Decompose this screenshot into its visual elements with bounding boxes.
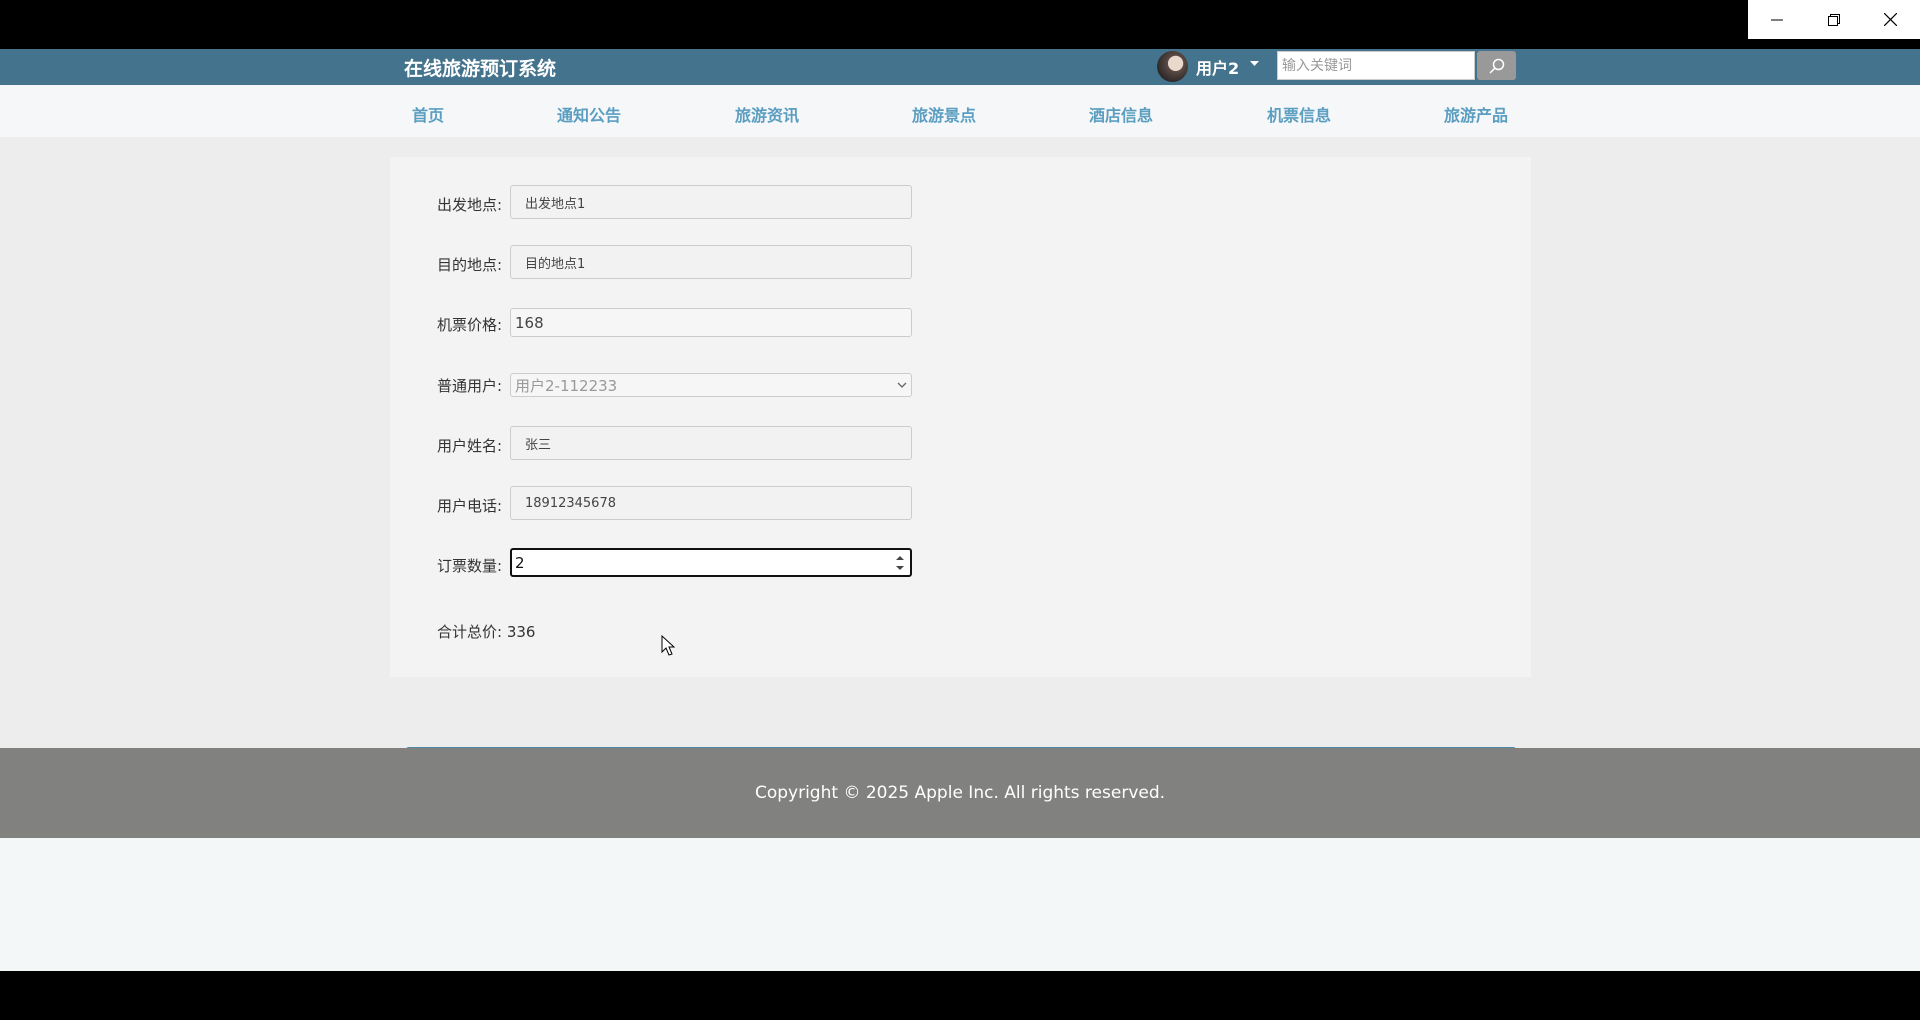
- spinner-arrows-icon[interactable]: [895, 553, 905, 573]
- phone-label: 用户电话:: [437, 497, 503, 515]
- site-header: 在线旅游预订系统 用户2: [0, 49, 1920, 85]
- search-button[interactable]: [1477, 51, 1516, 80]
- user-menu-name[interactable]: 用户2: [1196, 55, 1239, 79]
- close-button[interactable]: [1862, 0, 1919, 39]
- phone-field[interactable]: 18912345678: [510, 486, 912, 520]
- copyright-text: Copyright © 2025 Apple Inc. All rights r…: [754, 783, 1166, 803]
- nav-item-hotels[interactable]: 酒店信息: [1089, 102, 1153, 126]
- nav-item-attractions[interactable]: 旅游景点: [912, 102, 976, 126]
- destination-label: 目的地点:: [437, 256, 503, 274]
- total-value: 336: [506, 623, 536, 641]
- close-icon: [1884, 13, 1897, 26]
- total-label: 合计总价:: [437, 623, 503, 641]
- search-icon: [1488, 58, 1504, 74]
- chevron-down-icon[interactable]: [1250, 61, 1259, 67]
- departure-label: 出发地点:: [437, 196, 503, 214]
- total-price: 合计总价: 336: [437, 621, 535, 642]
- search-input[interactable]: [1277, 51, 1475, 80]
- price-field[interactable]: 168: [510, 308, 912, 337]
- chevron-down-icon: [897, 382, 907, 388]
- minimize-icon: [1770, 19, 1783, 20]
- site-title[interactable]: 在线旅游预订系统: [404, 54, 556, 81]
- restore-button[interactable]: [1805, 0, 1862, 39]
- nav-item-home[interactable]: 首页: [412, 102, 444, 126]
- user-select[interactable]: 用户2-112233: [510, 373, 912, 397]
- restore-icon: [1827, 13, 1840, 26]
- departure-field[interactable]: 出发地点1: [510, 185, 912, 219]
- user-select-value: 用户2-112233: [515, 376, 618, 395]
- nav-item-travel-news[interactable]: 旅游资讯: [735, 102, 799, 126]
- destination-field[interactable]: 目的地点1: [510, 245, 912, 279]
- main-content: 出发地点: 出发地点1 目的地点: 目的地点1 机票价格: 168 普通用户: …: [0, 137, 1920, 775]
- nav-item-flights[interactable]: 机票信息: [1267, 102, 1331, 126]
- window-controls: [1748, 0, 1920, 39]
- quantity-stepper[interactable]: 2: [510, 548, 912, 577]
- avatar[interactable]: [1157, 51, 1188, 82]
- nav-item-notices[interactable]: 通知公告: [557, 102, 621, 126]
- site-footer: Copyright © 2025 Apple Inc. All rights r…: [0, 748, 1920, 838]
- window-titlebar: [0, 0, 1920, 49]
- main-nav: 首页 通知公告 旅游资讯 旅游景点 酒店信息 机票信息 旅游产品: [0, 87, 1920, 137]
- quantity-label: 订票数量:: [437, 557, 503, 575]
- minimize-button[interactable]: [1748, 0, 1805, 39]
- name-field[interactable]: 张三: [510, 426, 912, 460]
- nav-item-products[interactable]: 旅游产品: [1444, 102, 1508, 126]
- user-label: 普通用户:: [437, 377, 503, 395]
- booking-form: 出发地点: 出发地点1 目的地点: 目的地点1 机票价格: 168 普通用户: …: [390, 157, 1531, 677]
- mouse-cursor-icon: [661, 635, 675, 656]
- name-label: 用户姓名:: [437, 437, 503, 455]
- quantity-value: 2: [515, 553, 525, 572]
- app-window: 在线旅游预订系统 用户2 首页 通知公告 旅游资讯 旅游景点 酒店信息 机票信息…: [0, 49, 1920, 971]
- bottom-bar: [0, 971, 1920, 1020]
- price-label: 机票价格:: [437, 316, 503, 334]
